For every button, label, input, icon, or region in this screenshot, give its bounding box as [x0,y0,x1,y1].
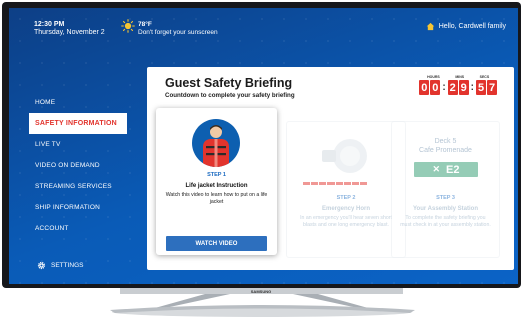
weather-note: Don't forget your sunscreen [138,29,218,36]
deck-text: Deck 5 [434,138,457,145]
sidebar-item-ship-information[interactable]: SHIP INFORMATION [29,197,139,218]
close-icon: ✕ [432,164,441,174]
timer-label-hours: HOURS [427,75,440,79]
sidebar-item-video-on-demand[interactable]: VIDEO ON DEMAND [29,155,139,176]
timer-separator: : [442,82,446,93]
step-label: STEP 3 [436,195,455,201]
page-subtitle: Countdown to complete your safety briefi… [165,92,295,99]
step-label: STEP 2 [336,195,356,201]
sidebar-item-label: HOME [35,99,56,106]
timer-separator: : [470,82,474,93]
card-title: Emergency Horn [321,206,370,212]
timer-digit: 7 [487,80,497,95]
date-time: 12:30 PM Thursday, November 2 [34,21,105,37]
countdown-timer: HOURS MINS SECS 0 0 : 2 9 : 5 7 [419,75,497,95]
sidebar-item-label: SHIP INFORMATION [35,204,101,211]
account-greeting[interactable]: Hello, Cardwell family [426,22,506,31]
settings-button[interactable]: SETTINGS [37,261,84,270]
location-text: Cafe Promenade [419,147,472,154]
sun-icon [121,19,135,33]
life-jacket-icon [192,119,240,167]
sidebar-item-account[interactable]: ACCOUNT [29,218,139,239]
tv-screen: 12:30 PM Thursday, November 2 78°F Don't… [9,8,518,284]
timer-digit: 5 [476,80,486,95]
sidebar-item-label: VIDEO ON DEMAND [35,162,100,169]
horn-blast-indicator [303,182,367,185]
card-title: Your Assembly Station [412,206,478,212]
timer-label-secs: SECS [479,75,490,79]
tv-brand-logo: SAMSUNG [251,289,271,294]
step-card-assembly-station[interactable]: Deck 5 Cafe Promenade ✕ E2 STEP 3 Your A… [391,121,500,258]
sidebar-item-streaming-services[interactable]: STREAMING SERVICES [29,176,139,197]
sidebar-item-home[interactable]: HOME [29,92,139,113]
step-card-life-jacket[interactable]: STEP 1 Life jacket Instruction Watch thi… [156,108,277,255]
time-text: 12:30 PM [34,21,65,28]
station-code: E2 [446,163,460,176]
sidebar-item-label: ACCOUNT [35,225,69,232]
card-description: In an emergency you'll hear seven short … [300,215,392,228]
gear-icon [37,261,46,270]
home-icon [426,22,434,31]
sidebar-item-live-tv[interactable]: LIVE TV [29,134,139,155]
safety-briefing-panel: Guest Safety Briefing Countdown to compl… [147,67,514,270]
sidebar-item-label: LIVE TV [35,141,61,148]
timer-digit: 9 [458,80,469,95]
timer-digit: 2 [447,80,458,95]
step-card-emergency-horn[interactable]: STEP 2 Emergency Horn In an emergency yo… [286,121,406,258]
top-bar: 12:30 PM Thursday, November 2 78°F Don't… [9,8,518,48]
deck-location: Deck 5 Cafe Promenade [392,137,499,155]
settings-label: SETTINGS [51,262,84,269]
card-title: Life jacket Instruction [185,183,248,189]
timer-digit: 0 [419,80,430,95]
sidebar-item-label: SAFETY INFORMATION [35,120,117,127]
card-description: Watch this video to learn how to put on … [165,192,268,205]
timer-label-mins: MINS [455,75,465,79]
card-description: To complete the safety briefing you must… [400,215,491,228]
tv-stand: SAMSUNG [110,288,415,317]
sidebar-nav: HOME SAFETY INFORMATION LIVE TV VIDEO ON… [29,92,139,239]
temperature-text: 78°F [138,21,152,28]
sidebar-item-label: STREAMING SERVICES [35,183,112,190]
timer-digit: 0 [430,80,441,95]
horn-icon [322,139,367,173]
sidebar-item-safety-information[interactable]: SAFETY INFORMATION [29,113,127,134]
assembly-station-badge: ✕ E2 [414,162,478,177]
date-text: Thursday, November 2 [34,29,105,36]
watch-video-button[interactable]: WATCH VIDEO [166,236,267,251]
tv-bezel: 12:30 PM Thursday, November 2 78°F Don't… [2,2,521,288]
greeting-text: Hello, Cardwell family [438,23,506,30]
page-title: Guest Safety Briefing [165,76,293,90]
step-label: STEP 1 [207,172,226,178]
